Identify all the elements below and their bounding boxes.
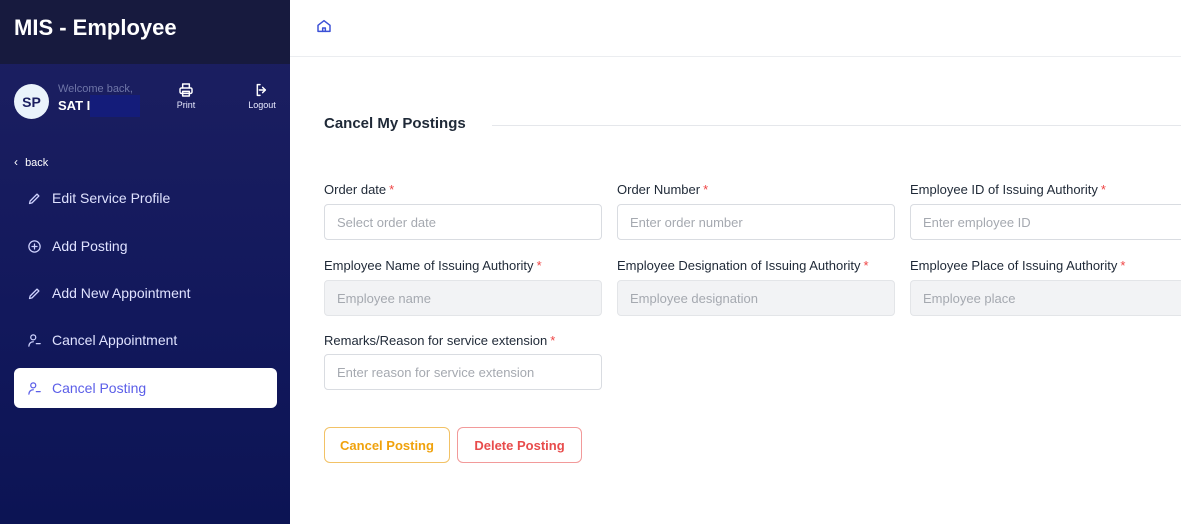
sidebar-item-label: Cancel Posting [52, 380, 147, 396]
print-label: Print [176, 100, 196, 110]
employee-name-label: Employee Name of Issuing Authority * [324, 258, 542, 273]
sidebar-item-label: Cancel Appointment [52, 332, 178, 348]
order-number-input[interactable] [617, 204, 895, 240]
sidebar-item-label: Edit Service Profile [52, 190, 171, 206]
printer-icon [179, 83, 193, 97]
back-label: back [25, 157, 49, 169]
sidebar-item-label: Add New Appointment [52, 285, 191, 301]
plus-circle-icon [26, 238, 42, 254]
required-marker: * [536, 258, 542, 273]
order-date-label-text: Order date [324, 182, 387, 197]
page-title: Cancel My Postings [324, 115, 466, 132]
user-panel: SP Welcome back, SAT I Print Logout [14, 80, 284, 122]
logout-button[interactable]: Logout [242, 80, 282, 122]
home-icon[interactable] [316, 18, 332, 39]
sidebar: MIS - Employee SP Welcome back, SAT I Pr… [0, 0, 290, 524]
required-marker: * [1100, 182, 1106, 197]
user-minus-icon [26, 380, 42, 396]
sidebar-item-cancel-appointment[interactable]: Cancel Appointment [14, 320, 277, 360]
required-marker: * [550, 333, 556, 348]
pencil-icon [26, 190, 42, 206]
back-link[interactable]: ‹ back [14, 155, 48, 169]
sidebar-item-label: Add Posting [52, 238, 128, 254]
employee-id-label-text: Employee ID of Issuing Authority [910, 182, 1098, 197]
employee-place-label: Employee Place of Issuing Authority * [910, 258, 1125, 273]
redaction-mask [90, 95, 140, 117]
employee-designation-label: Employee Designation of Issuing Authorit… [617, 258, 869, 273]
order-date-label: Order date * [324, 182, 394, 197]
required-marker: * [863, 258, 869, 273]
employee-name-input [324, 280, 602, 316]
delete-posting-button[interactable]: Delete Posting [457, 427, 582, 463]
top-bar [290, 0, 1181, 57]
order-number-label: Order Number * [617, 182, 708, 197]
employee-id-input[interactable] [910, 204, 1181, 240]
required-marker: * [1120, 258, 1126, 273]
avatar: SP [14, 84, 49, 119]
employee-id-label: Employee ID of Issuing Authority * [910, 182, 1106, 197]
employee-place-label-text: Employee Place of Issuing Authority [910, 258, 1118, 273]
required-marker: * [389, 182, 395, 197]
remarks-label-text: Remarks/Reason for service extension [324, 333, 548, 348]
order-date-input[interactable] [324, 204, 602, 240]
remarks-input[interactable] [324, 354, 602, 390]
logout-label: Logout [248, 100, 276, 110]
user-name: SAT I [58, 98, 91, 113]
sidebar-item-add-posting[interactable]: Add Posting [14, 226, 277, 266]
chevron-left-icon: ‹ [14, 155, 18, 169]
pencil-icon [26, 285, 42, 301]
sidebar-item-edit-service-profile[interactable]: Edit Service Profile [14, 178, 277, 218]
employee-place-input [910, 280, 1181, 316]
welcome-text: Welcome back, [58, 83, 133, 95]
user-minus-icon [26, 332, 42, 348]
section-divider [492, 125, 1181, 126]
logout-icon [256, 83, 267, 97]
remarks-label: Remarks/Reason for service extension * [324, 333, 555, 348]
employee-designation-label-text: Employee Designation of Issuing Authorit… [617, 258, 861, 273]
sidebar-item-add-new-appointment[interactable]: Add New Appointment [14, 273, 277, 313]
employee-name-label-text: Employee Name of Issuing Authority [324, 258, 534, 273]
required-marker: * [703, 182, 709, 197]
sidebar-item-cancel-posting[interactable]: Cancel Posting [14, 368, 277, 408]
employee-designation-input [617, 280, 895, 316]
app-title: MIS - Employee [0, 0, 290, 64]
order-number-label-text: Order Number [617, 182, 701, 197]
cancel-posting-button[interactable]: Cancel Posting [324, 427, 450, 463]
print-button[interactable]: Print [166, 80, 206, 122]
